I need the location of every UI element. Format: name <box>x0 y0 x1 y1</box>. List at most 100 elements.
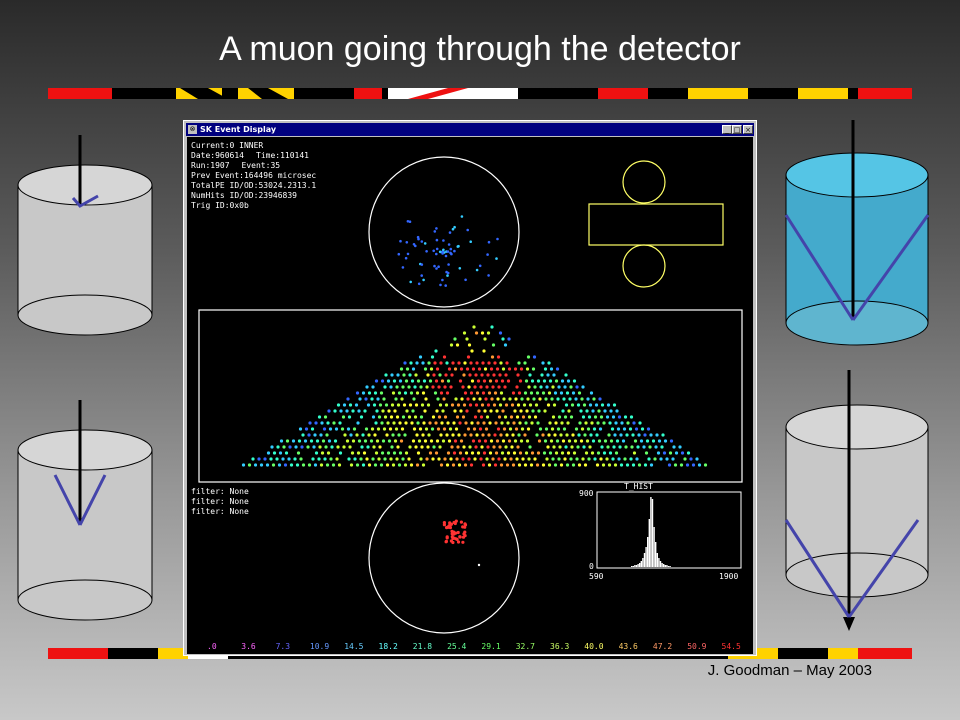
pmt-hit <box>531 367 536 371</box>
pmt-hit <box>487 274 490 277</box>
pmt-hit <box>296 451 301 455</box>
pmt-hit <box>472 427 477 431</box>
pmt-hit <box>426 403 431 407</box>
pmt-hit <box>455 343 460 347</box>
pmt-hit <box>679 463 684 467</box>
pmt-hit <box>683 457 687 461</box>
pmt-hit <box>563 457 567 461</box>
pmt-hit <box>599 457 603 461</box>
histogram-bar <box>632 566 634 567</box>
pmt-hit <box>649 433 653 437</box>
pmt-hit <box>445 463 450 467</box>
pmt-hit <box>470 451 475 455</box>
pmt-hit <box>486 445 490 449</box>
pmt-hit <box>303 439 308 443</box>
pmt-hit <box>404 451 409 455</box>
bottom-endcap-outline <box>368 482 520 634</box>
pmt-hit <box>490 397 494 401</box>
pmt-hit <box>425 385 429 389</box>
pmt-hit <box>457 463 462 467</box>
pmt-hit <box>462 445 466 449</box>
color-scale-label: 7.3 <box>275 642 291 651</box>
pmt-hit <box>661 433 665 437</box>
pmt-hit <box>336 445 340 449</box>
pmt-hit <box>373 463 378 467</box>
system-menu-icon[interactable]: ⊗ <box>188 125 197 134</box>
pmt-hit <box>485 385 489 389</box>
pmt-hit <box>474 373 478 377</box>
pmt-hit <box>534 403 539 407</box>
pmt-hit <box>569 457 573 461</box>
pmt-hit <box>480 331 485 335</box>
pmt-hit <box>552 445 556 449</box>
histogram-bar <box>635 565 638 567</box>
pmt-hit <box>495 439 500 443</box>
pmt-hit <box>435 409 439 413</box>
window-titlebar[interactable]: ⊗ SK Event Display _ □ × <box>186 123 754 136</box>
maximize-button[interactable]: □ <box>732 125 742 134</box>
pmt-hit <box>490 355 495 359</box>
histogram-bar <box>659 561 662 567</box>
pmt-hit <box>413 385 417 389</box>
pmt-hit <box>597 409 601 413</box>
pmt-hit <box>638 421 642 425</box>
pmt-hit <box>553 391 558 395</box>
pmt-hit <box>346 427 351 431</box>
pmt-hit <box>398 379 403 383</box>
pmt-hit <box>527 415 532 419</box>
pmt-hit <box>582 445 586 449</box>
pmt-hit <box>375 439 380 443</box>
pmt-hit <box>371 457 375 461</box>
pmt-hit <box>407 415 412 419</box>
pmt-hit <box>446 379 451 383</box>
close-button[interactable]: × <box>743 125 753 134</box>
pmt-hit <box>668 451 673 455</box>
pmt-hit <box>451 433 455 437</box>
histogram-bar <box>634 565 636 567</box>
pmt-hit <box>269 457 273 461</box>
pmt-hit <box>571 433 575 437</box>
minimize-button[interactable]: _ <box>722 125 732 134</box>
pmt-hit <box>504 373 508 377</box>
pmt-hit <box>521 415 526 419</box>
pmt-hit <box>465 409 469 413</box>
pmt-hit <box>365 385 369 389</box>
pmt-hit <box>449 251 452 255</box>
pmt-hit <box>409 391 414 395</box>
pmt-hit <box>413 415 418 419</box>
pmt-hit <box>530 451 535 455</box>
pmt-hit <box>434 421 438 425</box>
pmt-hit <box>505 361 509 365</box>
pmt-hit <box>482 451 487 455</box>
pmt-hit <box>403 463 408 467</box>
pmt-hit <box>390 403 395 407</box>
pmt-hit <box>433 361 437 365</box>
color-scale-label: 21.8 <box>412 642 433 651</box>
pmt-hit <box>435 227 438 230</box>
pmt-hit <box>323 415 328 419</box>
pmt-hit <box>414 445 418 449</box>
pmt-hit <box>411 409 415 413</box>
pmt-hit <box>633 439 638 443</box>
pmt-hit <box>474 403 479 407</box>
pmt-hit <box>470 421 474 425</box>
pmt-hit <box>298 427 303 431</box>
right-bottom-cylinder-diagram <box>784 370 929 631</box>
pmt-hit <box>456 530 460 535</box>
color-scale-label: .0 <box>207 642 217 651</box>
pmt-hit <box>445 536 449 540</box>
pmt-hit <box>416 421 420 425</box>
pmt-hit <box>279 439 284 443</box>
pmt-hit <box>433 264 436 268</box>
detector-unrolled-view <box>198 156 743 634</box>
pmt-hit <box>376 427 381 431</box>
pmt-hit <box>563 385 567 389</box>
pmt-hit <box>519 367 524 371</box>
pmt-hit <box>432 373 436 377</box>
pmt-hit <box>426 445 430 449</box>
right-top-cylinder-diagram <box>784 120 930 346</box>
pmt-hit <box>538 397 542 401</box>
pmt-hit <box>503 385 507 389</box>
pmt-hit <box>484 427 489 431</box>
pmt-hit <box>355 391 360 395</box>
